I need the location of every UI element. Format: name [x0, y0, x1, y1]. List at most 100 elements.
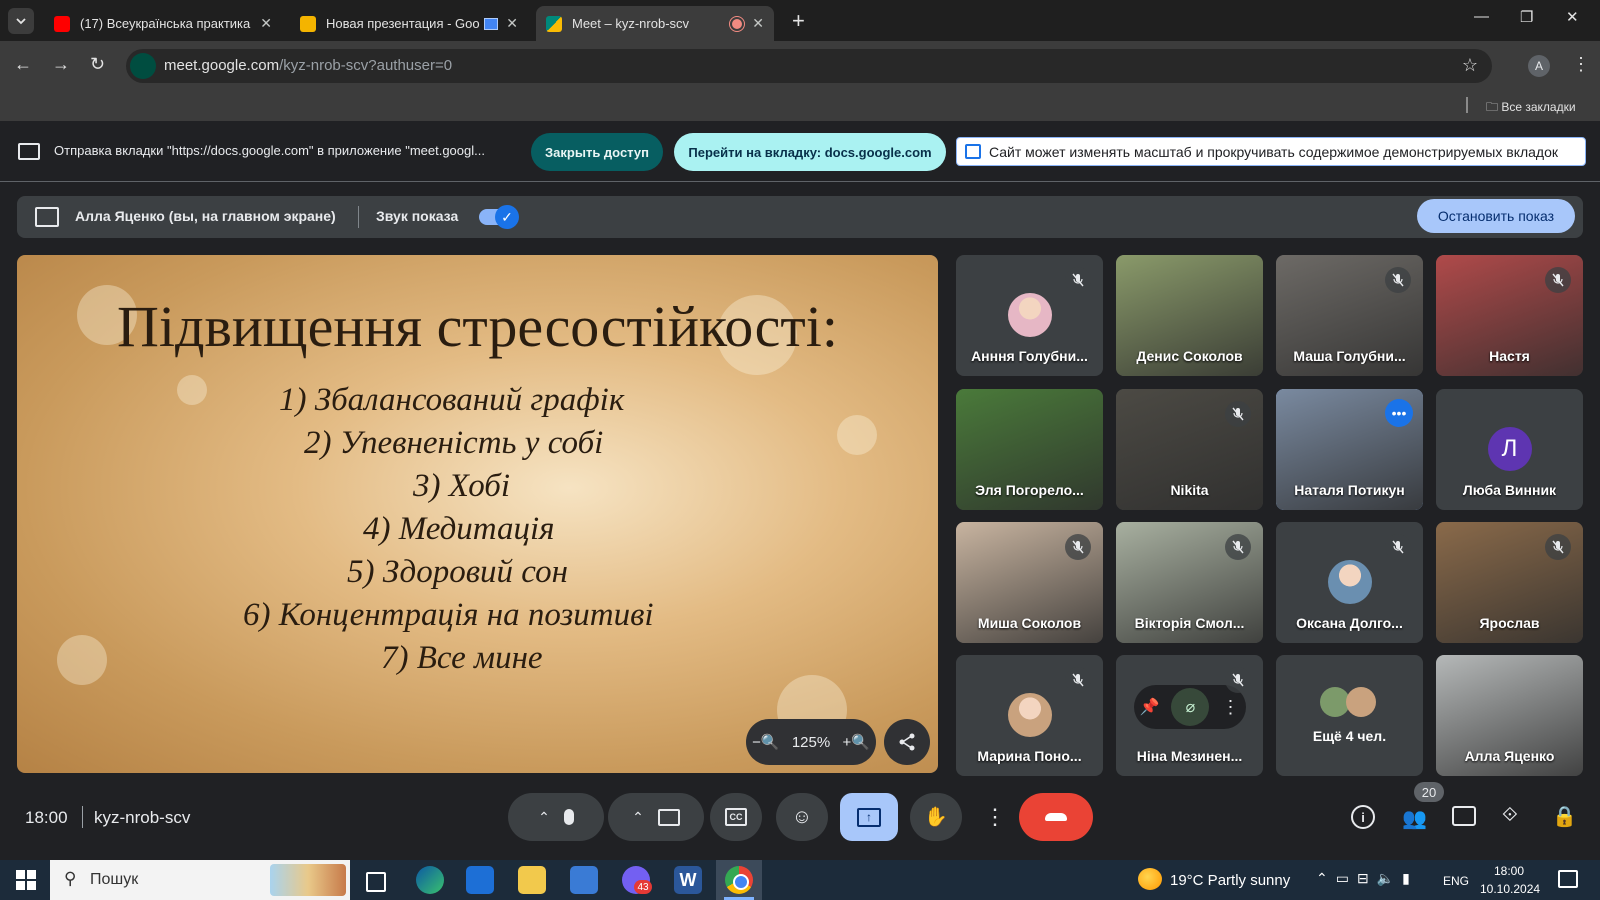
participant-tile[interactable]: 📌 ⌀ ⋮ Ніна Мезинен...: [1116, 655, 1263, 776]
participant-tile[interactable]: Эля Погорело...: [956, 389, 1103, 510]
file-explorer-icon[interactable]: [518, 866, 546, 894]
more-options-icon[interactable]: ⋮: [984, 804, 1006, 830]
forward-icon[interactable]: →: [52, 54, 70, 75]
mute-participant-icon[interactable]: ⌀: [1171, 688, 1210, 726]
stop-presenting-button[interactable]: Остановить показ: [1417, 199, 1575, 233]
participant-tile[interactable]: Оксана Долго...: [1276, 522, 1423, 643]
muted-mic-icon: [1225, 401, 1251, 427]
weather-text[interactable]: 19°C Partly sunny: [1170, 872, 1290, 889]
raise-hand-button[interactable]: ✋: [910, 793, 962, 841]
site-info-icon[interactable]: [130, 53, 156, 79]
task-view-icon[interactable]: [366, 872, 386, 892]
participant-tile[interactable]: Ещё 4 чел.: [1276, 655, 1423, 776]
taskbar-search-box[interactable]: ⚲ Пошук: [50, 860, 350, 900]
leave-call-button[interactable]: [1019, 793, 1093, 841]
zoom-in-icon[interactable]: +🔍: [842, 733, 869, 751]
participant-name: Миша Соколов: [977, 615, 1082, 631]
present-icon: ↑: [857, 807, 881, 827]
audio-options-button[interactable]: ⌃: [508, 793, 604, 841]
pin-icon[interactable]: 📌: [1140, 697, 1160, 717]
camera-icon: [657, 808, 680, 826]
windows-start-icon[interactable]: [16, 870, 36, 890]
check-icon: ✓: [495, 205, 519, 229]
edge-icon[interactable]: [416, 866, 444, 894]
participant-tile[interactable]: Ярослав: [1436, 522, 1583, 643]
share-screen-options-button[interactable]: [884, 719, 930, 765]
tab-strip: (17) Всеукраїнська практика е ✕ Новая пр…: [0, 0, 1600, 41]
present-now-button[interactable]: ↑: [840, 793, 898, 841]
participant-tile[interactable]: Настя: [1436, 255, 1583, 376]
microphone-icon: [563, 809, 574, 825]
slides-icon: [300, 15, 316, 32]
notifications-icon[interactable]: [1558, 870, 1578, 888]
store-icon[interactable]: [570, 866, 598, 894]
zoom-out-icon[interactable]: −🔍: [752, 733, 779, 751]
close-icon[interactable]: ✕: [752, 15, 764, 32]
participant-tile[interactable]: Л Люба Винник: [1436, 389, 1583, 510]
profile-avatar[interactable]: A: [1528, 55, 1550, 77]
people-button[interactable]: 👥: [1398, 804, 1427, 830]
reactions-button[interactable]: ☺: [776, 793, 828, 841]
mail-icon[interactable]: [466, 866, 494, 894]
minimize-icon[interactable]: —: [1474, 8, 1489, 25]
participant-tile[interactable]: Вікторія Смол...: [1116, 522, 1263, 643]
shared-slide: Підвищення стресостійкості: 1) Збалансов…: [17, 255, 938, 773]
network-icon: ⊟: [1356, 870, 1377, 886]
participant-tile[interactable]: ••• Наталя Потикун: [1276, 389, 1423, 510]
taskbar-search-placeholder: Пошук: [90, 871, 139, 888]
word-icon[interactable]: W: [674, 866, 702, 894]
reload-icon[interactable]: ↻: [90, 54, 105, 75]
clock-time[interactable]: 18:00: [1494, 864, 1524, 878]
mic-tray-icon: ▮: [1402, 870, 1418, 886]
meeting-code: kyz-nrob-scv: [94, 808, 191, 827]
captions-icon: CC: [725, 808, 747, 826]
star-icon[interactable]: ☆: [1462, 55, 1478, 76]
participant-tile[interactable]: Nikita: [1116, 389, 1263, 510]
bookmarks-bar: 🗀 Все закладки: [0, 91, 1600, 121]
participant-tile[interactable]: Марина Поно...: [956, 655, 1103, 776]
tab-slides[interactable]: Новая презентация - Goog ✕: [290, 6, 528, 41]
participant-tile[interactable]: Маша Голубни...: [1276, 255, 1423, 376]
emoji-icon: ☺: [791, 805, 813, 828]
chevron-down-icon: [16, 18, 26, 25]
language-indicator[interactable]: ENG: [1443, 874, 1469, 888]
chrome-taskbar-button[interactable]: [716, 860, 762, 900]
activities-icon[interactable]: ⟐: [1502, 804, 1518, 827]
restore-icon[interactable]: ❐: [1520, 8, 1533, 26]
participant-tile[interactable]: Денис Соколов: [1116, 255, 1263, 376]
menu-icon[interactable]: ⋮: [1572, 54, 1590, 75]
tab-title: Meet – kyz-nrob-scv: [572, 16, 690, 31]
tab-search-button[interactable]: [8, 8, 34, 34]
tray-icons[interactable]: ⌃▭⊟🔈▮: [1316, 870, 1418, 887]
clock-date[interactable]: 10.10.2024: [1480, 882, 1540, 896]
captions-button[interactable]: CC: [710, 793, 762, 841]
close-icon[interactable]: ✕: [260, 15, 272, 32]
new-tab-button[interactable]: +: [792, 8, 805, 34]
viber-badge: 43: [634, 880, 652, 894]
chat-icon[interactable]: [1452, 806, 1476, 826]
host-controls-icon[interactable]: 🔒: [1552, 804, 1577, 829]
participant-tile[interactable]: Анння Голубни...: [956, 255, 1103, 376]
presentation-sound-toggle[interactable]: ✓: [479, 205, 519, 229]
goto-tab-button[interactable]: Перейти на вкладку: docs.google.com: [674, 133, 946, 171]
search-icon: ⚲: [64, 869, 77, 888]
youtube-icon: [54, 15, 70, 32]
close-window-icon[interactable]: ✕: [1566, 8, 1579, 26]
close-access-button[interactable]: Закрыть доступ: [531, 133, 663, 171]
participant-tile[interactable]: Алла Яценко: [1436, 655, 1583, 776]
speaking-options-icon[interactable]: •••: [1385, 399, 1413, 427]
video-options-button[interactable]: ⌃: [608, 793, 704, 841]
present-screen-icon: [35, 207, 59, 227]
address-bar[interactable]: meet.google.com/kyz-nrob-scv?authuser=0 …: [126, 49, 1492, 83]
close-icon[interactable]: ✕: [506, 15, 518, 32]
more-icon[interactable]: ⋮: [1221, 697, 1239, 718]
people-icon: 👥: [1402, 808, 1427, 830]
participant-name: Вікторія Смол...: [1134, 615, 1245, 631]
meeting-details-icon[interactable]: i: [1351, 805, 1375, 829]
participant-tile[interactable]: Миша Соколов: [956, 522, 1103, 643]
all-bookmarks[interactable]: 🗀 Все закладки: [1486, 98, 1576, 119]
participant-name: Алла Яценко: [1464, 748, 1555, 764]
tab-meet[interactable]: Meet – kyz-nrob-scv ✕: [536, 6, 774, 41]
back-icon[interactable]: ←: [14, 54, 32, 75]
tab-youtube[interactable]: (17) Всеукраїнська практика е ✕: [44, 6, 282, 41]
